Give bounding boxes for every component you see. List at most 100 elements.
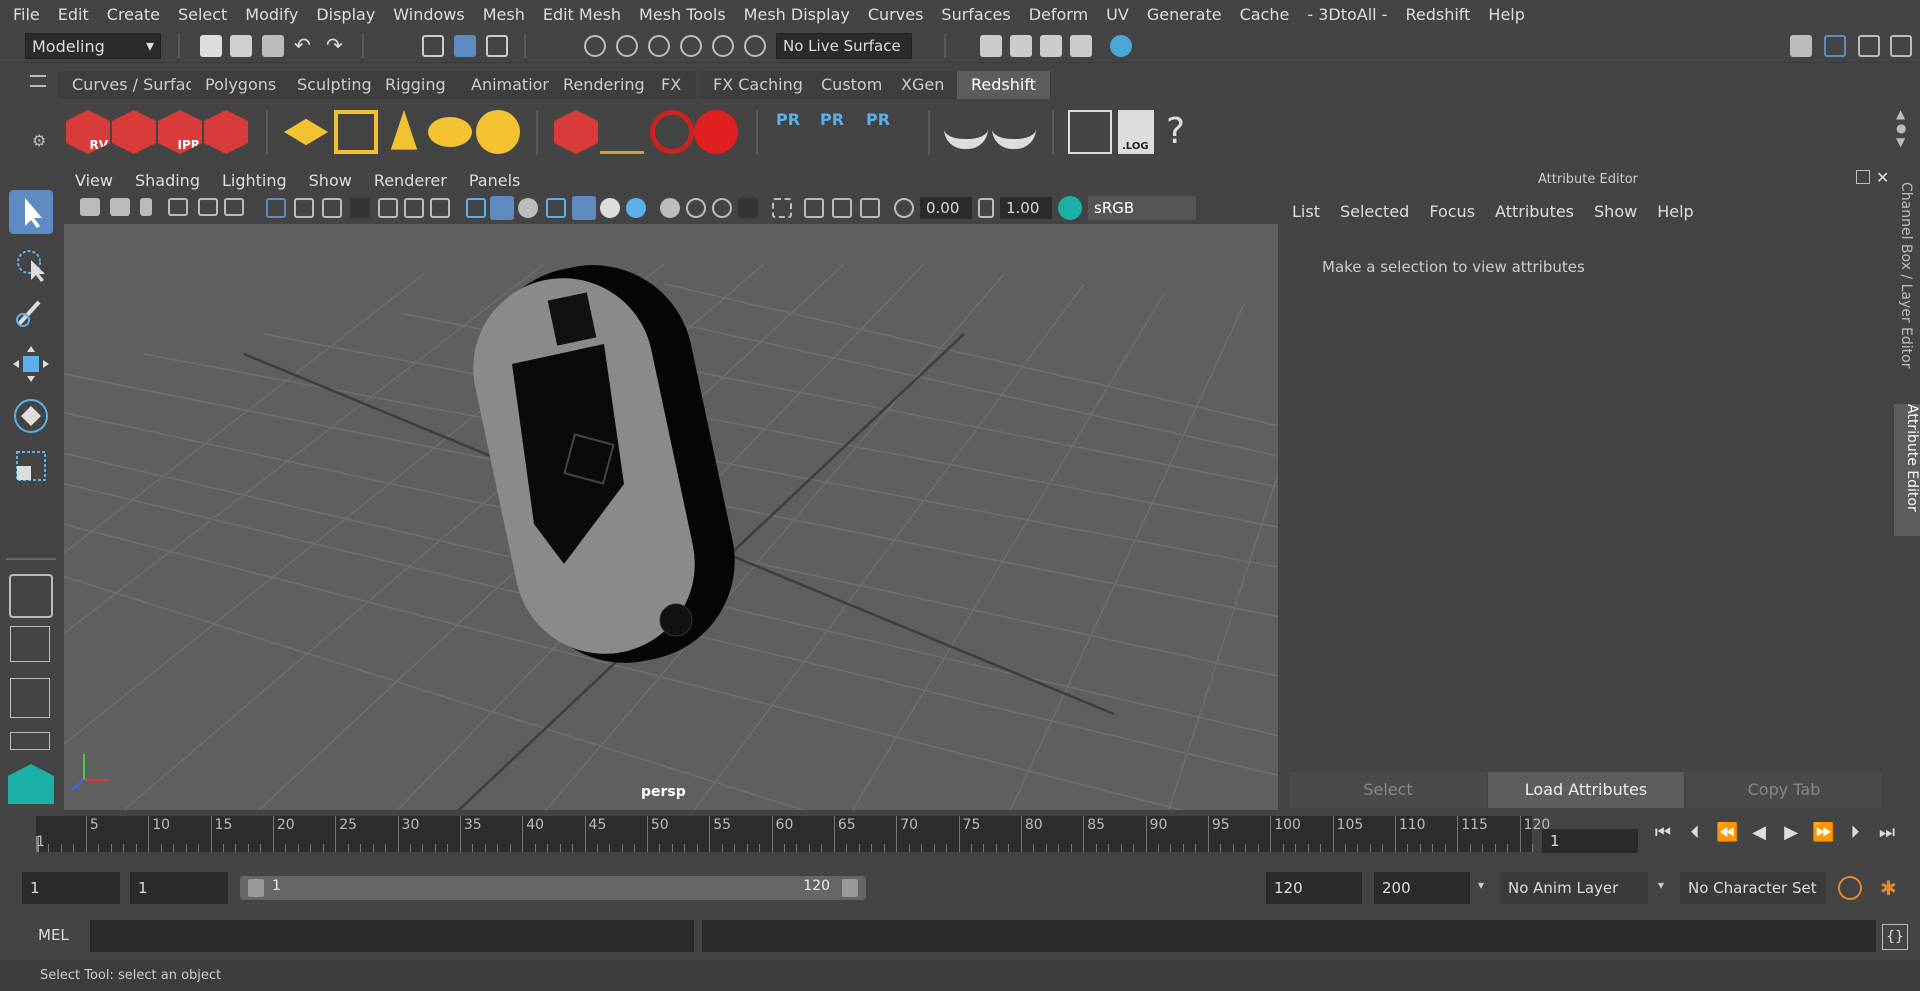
- wireframe-on-shaded-icon[interactable]: [518, 198, 538, 218]
- open-scene-icon[interactable]: [230, 35, 252, 57]
- render-sequence-icon[interactable]: [112, 110, 156, 154]
- attr-menu-focus[interactable]: Focus: [1419, 202, 1485, 221]
- menu-item-file[interactable]: File: [4, 5, 49, 24]
- pr-object-icon[interactable]: PR: [776, 110, 820, 154]
- bake-set-icon[interactable]: [992, 123, 1036, 149]
- animation-end-field[interactable]: 200: [1374, 872, 1470, 904]
- fit-view-icon[interactable]: [860, 198, 880, 218]
- script-editor-icon[interactable]: [1068, 110, 1112, 154]
- snap-point-icon[interactable]: [648, 35, 670, 57]
- close-icon[interactable]: ✕: [1876, 168, 1889, 187]
- attribute-editor-tab[interactable]: Attribute Editor: [1894, 404, 1920, 536]
- sun-sky-icon[interactable]: [476, 110, 520, 154]
- spot-light-icon[interactable]: [390, 110, 418, 150]
- channel-box-toggle-icon[interactable]: [1858, 35, 1880, 57]
- shadows-icon[interactable]: [600, 198, 620, 218]
- pr-sync-icon[interactable]: PR: [866, 110, 910, 154]
- command-input[interactable]: [90, 920, 694, 952]
- render-ipr-icon[interactable]: IPR: [158, 110, 202, 154]
- bake-icon[interactable]: [944, 123, 988, 149]
- scale-tool-icon[interactable]: [9, 444, 53, 488]
- viewport-menu-shading[interactable]: Shading: [124, 171, 211, 190]
- save-scene-icon[interactable]: [262, 35, 284, 57]
- textured-icon[interactable]: [546, 198, 566, 218]
- menu-item-mesh-display[interactable]: Mesh Display: [735, 5, 859, 24]
- attribute-editor-toggle-icon[interactable]: [1890, 35, 1912, 57]
- shelf-menu-icon[interactable]: [30, 75, 46, 87]
- gate-mask-icon[interactable]: [350, 198, 370, 218]
- ambient-occlusion-icon[interactable]: [660, 198, 680, 218]
- mode-selector[interactable]: Modeling ▾: [25, 33, 161, 59]
- step-back-frame-icon[interactable]: ⏴: [1684, 822, 1706, 844]
- select-object-icon[interactable]: [454, 35, 476, 57]
- menu-item-help[interactable]: Help: [1479, 5, 1533, 24]
- exposure-icon[interactable]: [894, 198, 914, 218]
- menu-item-3dtoall[interactable]: - 3DtoAll -: [1298, 5, 1396, 24]
- lasso-tool-icon[interactable]: [9, 242, 53, 286]
- safe-title-icon[interactable]: [430, 198, 450, 218]
- shelf-tab-polygons[interactable]: Polygons: [191, 71, 292, 99]
- move-tool-icon[interactable]: [9, 342, 53, 386]
- snap-surface-icon[interactable]: [712, 35, 734, 57]
- menu-item-generate[interactable]: Generate: [1138, 5, 1231, 24]
- range-start-handle[interactable]: [248, 879, 264, 897]
- shelf-tab-custom[interactable]: Custom: [807, 71, 898, 99]
- gamma-icon[interactable]: [978, 198, 994, 218]
- go-to-start-icon[interactable]: ⏮: [1652, 822, 1674, 844]
- render-view-rv-icon[interactable]: RV: [66, 110, 110, 154]
- undo-icon[interactable]: ↶: [294, 35, 316, 57]
- step-back-key-icon[interactable]: ⏪: [1716, 822, 1738, 844]
- safe-action-icon[interactable]: [404, 198, 424, 218]
- character-set-dropdown[interactable]: No Character Set: [1680, 872, 1826, 904]
- outliner-layout-icon[interactable]: [10, 678, 50, 718]
- color-management-icon[interactable]: [1058, 196, 1082, 220]
- select-tool-icon[interactable]: [9, 190, 53, 234]
- animation-start-field[interactable]: 1: [22, 872, 120, 904]
- shelf-tab-fx[interactable]: FX: [647, 71, 697, 99]
- shelf-tab-fx-caching[interactable]: FX Caching: [699, 71, 818, 99]
- exposure-field[interactable]: 0.00: [920, 197, 972, 219]
- use-all-lights-icon[interactable]: [572, 196, 596, 220]
- camera-attributes-icon[interactable]: [110, 198, 130, 216]
- pr-export-icon[interactable]: PR: [820, 110, 864, 154]
- menu-item-deform[interactable]: Deform: [1020, 5, 1097, 24]
- hair-icon[interactable]: [600, 110, 644, 154]
- menu-item-select[interactable]: Select: [169, 5, 236, 24]
- snap-center-icon[interactable]: [744, 35, 766, 57]
- dome-light-icon[interactable]: [428, 117, 472, 147]
- channel-box-tab[interactable]: Channel Box / Layer Editor: [1898, 182, 1914, 368]
- menu-item-create[interactable]: Create: [98, 5, 169, 24]
- shelf-tab-rendering[interactable]: Rendering: [549, 71, 660, 99]
- playback-end-field[interactable]: 120: [1266, 872, 1362, 904]
- playback-start-field[interactable]: 1: [130, 872, 228, 904]
- select-hierarchy-icon[interactable]: [422, 35, 444, 57]
- range-slider[interactable]: 1 120: [240, 876, 866, 900]
- menu-item-cache[interactable]: Cache: [1231, 5, 1299, 24]
- film-gate-icon[interactable]: [294, 198, 314, 218]
- render-frame-icon[interactable]: [1010, 35, 1032, 57]
- render-settings-icon[interactable]: [980, 35, 1002, 57]
- hypershade-icon[interactable]: [1110, 35, 1132, 57]
- modeling-toolkit-icon[interactable]: [1824, 35, 1846, 57]
- color-space-dropdown[interactable]: sRGB gamma: [1088, 196, 1196, 241]
- menu-item-surfaces[interactable]: Surfaces: [932, 5, 1019, 24]
- snap-curve-icon[interactable]: [616, 35, 638, 57]
- depth-of-field-icon[interactable]: [738, 198, 758, 218]
- menu-item-edit[interactable]: Edit: [49, 5, 98, 24]
- 2d-pan-zoom-icon[interactable]: [198, 198, 218, 216]
- menu-item-mesh[interactable]: Mesh: [474, 5, 534, 24]
- shelf-tab-redshift[interactable]: Redshift: [957, 71, 1051, 99]
- paint-select-tool-icon[interactable]: [9, 290, 53, 334]
- menu-item-modify[interactable]: Modify: [236, 5, 307, 24]
- xray-active-icon[interactable]: [832, 198, 852, 218]
- attr-menu-show[interactable]: Show: [1584, 202, 1647, 221]
- select-component-icon[interactable]: [486, 35, 508, 57]
- motion-blur-icon[interactable]: [686, 198, 706, 218]
- attr-menu-attributes[interactable]: Attributes: [1485, 202, 1584, 221]
- snap-view-icon[interactable]: [680, 35, 702, 57]
- go-to-end-icon[interactable]: ⏭: [1876, 822, 1898, 844]
- xray-joints-icon[interactable]: [804, 198, 824, 218]
- step-forward-key-icon[interactable]: ⏩: [1812, 822, 1834, 844]
- shelf-tab-xgen[interactable]: XGen: [887, 71, 960, 99]
- bookmark-icon[interactable]: [140, 198, 152, 216]
